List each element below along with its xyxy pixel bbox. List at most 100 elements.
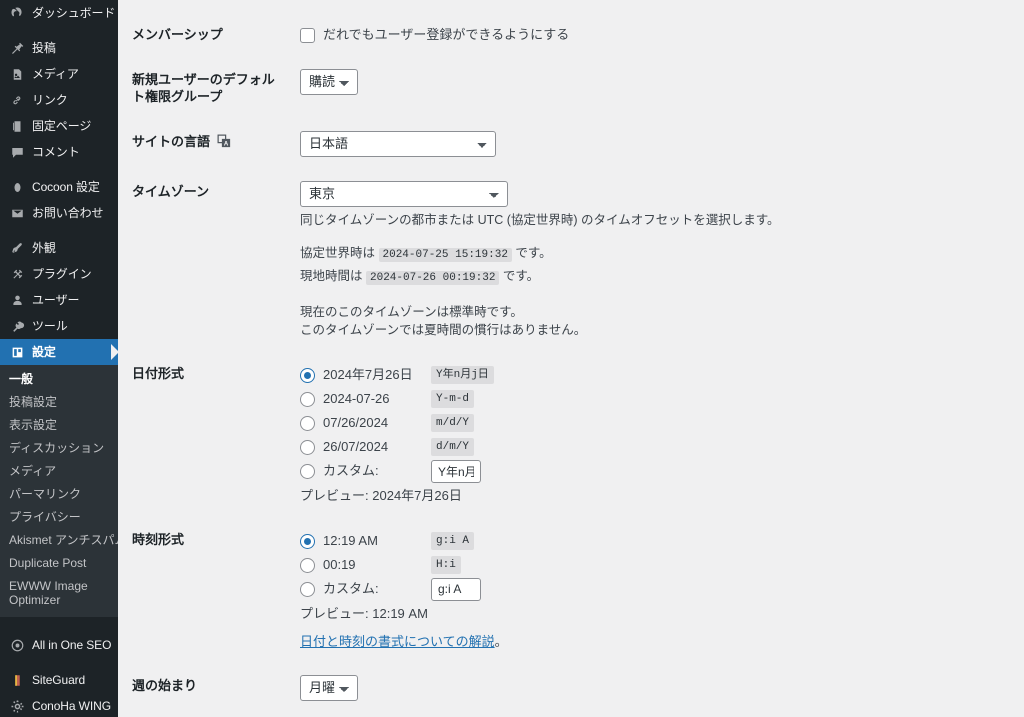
sidebar-item-dashboard[interactable]: ダッシュボード	[0, 0, 118, 26]
sidebar-item-comments[interactable]: コメント	[0, 139, 118, 165]
submenu-item-akismet[interactable]: Akismet アンチスパム	[0, 529, 118, 552]
sidebar-item-cocoon-settings[interactable]: Cocoon 設定	[0, 174, 118, 200]
appearance-icon	[9, 240, 25, 256]
translation-icon: A	[217, 134, 232, 153]
time-format-radio-2[interactable]	[300, 557, 315, 573]
media-icon	[9, 66, 25, 82]
date-format-option[interactable]: 2024年7月26日 Y年n月j日	[300, 363, 1014, 387]
local-prefix: 現地時間は	[300, 269, 363, 283]
sidebar-item-pages[interactable]: 固定ページ	[0, 113, 118, 139]
submenu-item-reading[interactable]: 表示設定	[0, 414, 118, 437]
date-format-radio-3[interactable]	[300, 415, 315, 431]
time-format-options: 12:19 AM g:i A 00:19 H:i カスタム: g:i A プレビ…	[300, 529, 1014, 651]
date-format-option[interactable]: 26/07/2024 d/m/Y	[300, 435, 1014, 459]
pin-icon	[9, 40, 25, 56]
sidebar-item-users[interactable]: ユーザー	[0, 287, 118, 313]
timezone-select[interactable]: 東京	[300, 181, 508, 207]
date-format-custom-label: カスタム:	[323, 463, 379, 478]
sidebar-item-posts[interactable]: 投稿	[0, 35, 118, 61]
label-timezone: タイムゾーン	[132, 184, 210, 199]
svg-text:A: A	[223, 141, 228, 147]
tools-icon	[9, 318, 25, 334]
siteguard-icon	[9, 672, 25, 688]
submenu-item-duplicate-post[interactable]: Duplicate Post	[0, 552, 118, 575]
sidebar-item-plugins[interactable]: プラグイン	[0, 261, 118, 287]
time-format-custom-input[interactable]	[431, 577, 481, 601]
submenu-item-discussion[interactable]: ディスカッション	[0, 437, 118, 460]
sidebar-item-appearance[interactable]: 外観	[0, 235, 118, 261]
time-format-radio-1[interactable]	[300, 533, 315, 549]
time-format-option[interactable]: 00:19 H:i	[300, 553, 1014, 577]
utc-time-line: 協定世界時は 2024-07-25 15:19:32 です。	[300, 243, 1014, 266]
sidebar-divider	[0, 165, 118, 174]
row-membership: メンバーシップ だれでもユーザー登録ができるようにする	[118, 12, 1024, 57]
time-format-custom-row[interactable]: カスタム:	[300, 577, 1014, 601]
submenu-item-privacy[interactable]: プライバシー	[0, 506, 118, 529]
submenu-item-ewww-image-optimizer[interactable]: EWWW Image Optimizer	[0, 575, 118, 611]
timezone-time-block: 協定世界時は 2024-07-25 15:19:32 です。 現地時間は 202…	[300, 243, 1014, 289]
week-start-select[interactable]: 月曜日	[300, 675, 358, 701]
time-preview-label: プレビュー:	[300, 606, 369, 621]
sidebar-item-label: ツール	[32, 318, 68, 333]
site-language-select[interactable]: 日本語	[300, 131, 496, 157]
date-time-documentation-link[interactable]: 日付と時刻の書式についての解説	[300, 634, 495, 649]
date-format-radio-1[interactable]	[300, 367, 315, 383]
sidebar-divider	[0, 226, 118, 235]
timezone-help-text: 同じタイムゾーンの都市または UTC (協定世界時) のタイムオフセットを選択し…	[300, 213, 780, 227]
time-format-code-1: g:i A	[431, 532, 475, 550]
time-format-radio-custom[interactable]	[300, 581, 315, 597]
date-format-options: 2024年7月26日 Y年n月j日 2024-07-26 Y-m-d 07/26	[300, 363, 1014, 505]
date-format-option[interactable]: 07/26/2024 m/d/Y	[300, 411, 1014, 435]
sidebar-item-label: メディア	[32, 66, 79, 81]
sidebar-divider	[0, 617, 118, 626]
date-format-option[interactable]: 2024-07-26 Y-m-d	[300, 387, 1014, 411]
label-default-role: 新規ユーザーのデフォルト権限グループ	[132, 72, 275, 104]
date-format-code-4: d/m/Y	[431, 438, 475, 456]
default-role-select[interactable]: 購読者	[300, 69, 358, 95]
sidebar-item-conoha-wing[interactable]: ConoHa WING	[0, 693, 118, 717]
local-suffix: です。	[502, 269, 540, 283]
general-settings-form-table: メンバーシップ だれでもユーザー登録ができるようにする 新規ユーザーのデフォルト…	[118, 12, 1024, 713]
admin-sidebar: ダッシュボード 投稿 メディア リンク 固定ページ コメント Cocoon 設定…	[0, 0, 118, 717]
submit-row: 変更を保存	[118, 713, 1024, 717]
sidebar-item-label: ConoHa WING	[32, 698, 111, 713]
submenu-item-writing[interactable]: 投稿設定	[0, 391, 118, 414]
time-preview-value: 12:19 AM	[372, 606, 428, 621]
sidebar-item-links[interactable]: リンク	[0, 87, 118, 113]
date-format-radio-2[interactable]	[300, 391, 315, 407]
date-format-code-2: Y-m-d	[431, 390, 475, 408]
time-format-code-2: H:i	[431, 556, 461, 574]
sidebar-item-label: 外観	[32, 240, 56, 255]
date-format-radio-custom[interactable]	[300, 463, 315, 479]
label-membership: メンバーシップ	[132, 27, 223, 42]
cocoon-icon	[9, 179, 25, 195]
sidebar-item-contact[interactable]: お問い合わせ	[0, 200, 118, 226]
label-week-start: 週の始まり	[132, 678, 198, 693]
date-format-radio-4[interactable]	[300, 439, 315, 455]
submenu-item-permalinks[interactable]: パーマリンク	[0, 483, 118, 506]
plugins-icon	[9, 266, 25, 282]
row-default-role: 新規ユーザーのデフォルト権限グループ 購読者	[118, 57, 1024, 119]
date-format-custom-row[interactable]: カスタム:	[300, 459, 1014, 483]
submenu-item-general[interactable]: 一般	[0, 368, 118, 391]
sidebar-item-all-in-one-seo[interactable]: All in One SEO	[0, 632, 118, 658]
sidebar-group-plugins-bottom: All in One SEO SiteGuard ConoHa WING メニュ	[0, 632, 118, 717]
time-format-option[interactable]: 12:19 AM g:i A	[300, 529, 1014, 553]
sidebar-divider	[0, 26, 118, 35]
sidebar-item-siteguard[interactable]: SiteGuard	[0, 667, 118, 693]
date-format-display-1: 2024年7月26日	[323, 367, 413, 382]
sidebar-item-label: プラグイン	[32, 266, 92, 281]
membership-checkbox[interactable]	[300, 27, 315, 43]
settings-submenu: 一般 投稿設定 表示設定 ディスカッション メディア パーマリンク プライバシー…	[0, 365, 118, 617]
row-date-format: 日付形式 2024年7月26日 Y年n月j日 2024-07-26 Y-m-d …	[118, 351, 1024, 517]
time-format-display-2: 00:19	[323, 557, 356, 572]
submenu-item-media[interactable]: メディア	[0, 460, 118, 483]
date-format-custom-input[interactable]	[431, 459, 481, 483]
sidebar-item-settings[interactable]: 設定	[0, 339, 118, 365]
utc-prefix: 協定世界時は	[300, 246, 376, 260]
sidebar-item-media[interactable]: メディア	[0, 61, 118, 87]
timezone-dst-block: 現在のこのタイムゾーンは標準時です。 このタイムゾーンでは夏時間の慣行はありませ…	[300, 303, 1014, 339]
membership-checkbox-label: だれでもユーザー登録ができるようにする	[323, 27, 570, 42]
sidebar-item-tools[interactable]: ツール	[0, 313, 118, 339]
date-preview-value: 2024年7月26日	[372, 488, 462, 503]
